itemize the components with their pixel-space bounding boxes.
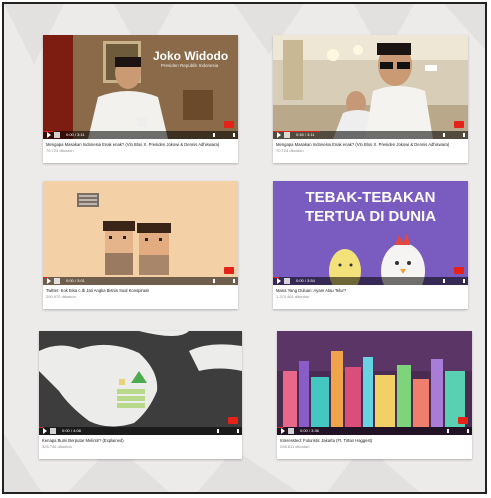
player-controls[interactable]: 0:45 / 3:11: [273, 131, 468, 139]
video-thumbnail-4[interactable]: TEBAK-TEBAKAN TERTUA DI DUNIA 0:00 / 3:5…: [273, 181, 468, 285]
time-display: 0:45 / 3:11: [296, 132, 315, 137]
play-icon[interactable]: [47, 132, 51, 138]
video-thumbnail-5[interactable]: 0:00 / 4:08: [39, 331, 242, 435]
overlay-sub-1: Presiden Republik Indonesia: [161, 63, 219, 68]
time-display: 0:00 / 3:54: [296, 278, 315, 283]
overlay-line2-4: TERTUA DI DUNIA: [304, 208, 437, 225]
youtube-logo-icon[interactable]: [224, 121, 234, 128]
fullscreen-icon[interactable]: [213, 279, 235, 283]
player-controls[interactable]: 0:00 / 4:08: [39, 427, 242, 435]
time-display: 0:00 / 4:08: [62, 428, 81, 433]
screenshot-frame: Joko Widodo Presiden Republik Indonesia …: [2, 2, 487, 494]
fullscreen-icon[interactable]: [213, 133, 235, 137]
youtube-logo-icon[interactable]: [454, 121, 464, 128]
youtube-logo-icon[interactable]: [224, 267, 234, 274]
thumbnail-6-image: [277, 331, 472, 435]
fullscreen-icon[interactable]: [447, 429, 469, 433]
thumbnail-5-image: [39, 331, 242, 435]
play-icon[interactable]: [47, 278, 51, 284]
video-card-4[interactable]: TEBAK-TEBAKAN TERTUA DI DUNIA 0:00 / 3:5…: [273, 181, 468, 309]
youtube-logo-icon[interactable]: [454, 267, 464, 274]
youtube-logo-icon[interactable]: [458, 417, 468, 424]
next-icon[interactable]: [284, 132, 290, 138]
view-count-1: 70.723 ditonton: [46, 148, 74, 153]
view-count-4: 1.370.461 ditonton: [276, 294, 310, 299]
video-title-5[interactable]: Kenapa Bumi Berputar Melintir? (Explaine…: [42, 438, 230, 443]
next-icon[interactable]: [54, 132, 60, 138]
player-controls[interactable]: 0:00 / 3:01: [43, 277, 238, 285]
video-card-5[interactable]: 0:00 / 4:08 Kenapa Bumi Berputar Melinti…: [39, 331, 242, 459]
video-thumbnail-2[interactable]: 0:45 / 3:11: [273, 35, 468, 139]
video-card-2[interactable]: 0:45 / 3:11 Mengapa Masakan Indonesia En…: [273, 35, 468, 163]
video-title-3[interactable]: Twitter: Kok Bisa c.Ib Jati Angka Bisnis…: [46, 288, 234, 293]
fullscreen-icon[interactable]: [443, 279, 465, 283]
thumbnail-3-image: [43, 181, 238, 285]
overlay-name-1: Joko Widodo: [153, 49, 229, 63]
video-title-2[interactable]: Mengapa Masakan Indonesia Enak enak? (Vl…: [276, 142, 464, 147]
play-icon[interactable]: [277, 278, 281, 284]
fullscreen-icon[interactable]: [443, 133, 465, 137]
video-title-4[interactable]: Mana Yang Duluan: Ayam Atau Telur?: [276, 288, 464, 293]
time-display: 0:00 / 3:11: [66, 132, 85, 137]
play-icon[interactable]: [281, 428, 285, 434]
next-icon[interactable]: [50, 428, 56, 434]
video-card-6[interactable]: 0:00 / 3:36 Interessted: Futuristic Jaka…: [277, 331, 472, 459]
video-card-1[interactable]: Joko Widodo Presiden Republik Indonesia …: [43, 35, 238, 163]
time-display: 0:00 / 3:01: [66, 278, 85, 283]
fullscreen-icon[interactable]: [217, 429, 239, 433]
player-controls[interactable]: 0:00 / 3:36: [277, 427, 472, 435]
thumbnail-2-image: [273, 35, 468, 139]
view-count-5: 325.746 ditonton: [42, 444, 72, 449]
view-count-2: 70.723 ditonton: [276, 148, 304, 153]
play-icon[interactable]: [43, 428, 47, 434]
video-title-6[interactable]: Interessted: Futuristic Jakarta (Ft. Tir…: [280, 438, 468, 443]
youtube-logo-icon[interactable]: [228, 417, 238, 424]
view-count-3: 200.970 ditonton: [46, 294, 76, 299]
next-icon[interactable]: [54, 278, 60, 284]
video-thumbnail-1[interactable]: Joko Widodo Presiden Republik Indonesia …: [43, 35, 238, 139]
time-display: 0:00 / 3:36: [300, 428, 319, 433]
overlay-line1-4: TEBAK-TEBAKAN: [305, 189, 436, 206]
video-title-1[interactable]: Mengapa Masakan Indonesia Enak enak? (Vl…: [46, 142, 234, 147]
player-controls[interactable]: 0:00 / 3:54: [273, 277, 468, 285]
view-count-6: 298.611 ditonton: [280, 444, 310, 449]
next-icon[interactable]: [288, 428, 294, 434]
next-icon[interactable]: [284, 278, 290, 284]
video-thumbnail-6[interactable]: 0:00 / 3:36: [277, 331, 472, 435]
video-card-3[interactable]: 0:00 / 3:01 Twitter: Kok Bisa c.Ib Jati …: [43, 181, 238, 309]
play-icon[interactable]: [277, 132, 281, 138]
player-controls[interactable]: 0:00 / 3:11: [43, 131, 238, 139]
video-thumbnail-3[interactable]: 0:00 / 3:01: [43, 181, 238, 285]
